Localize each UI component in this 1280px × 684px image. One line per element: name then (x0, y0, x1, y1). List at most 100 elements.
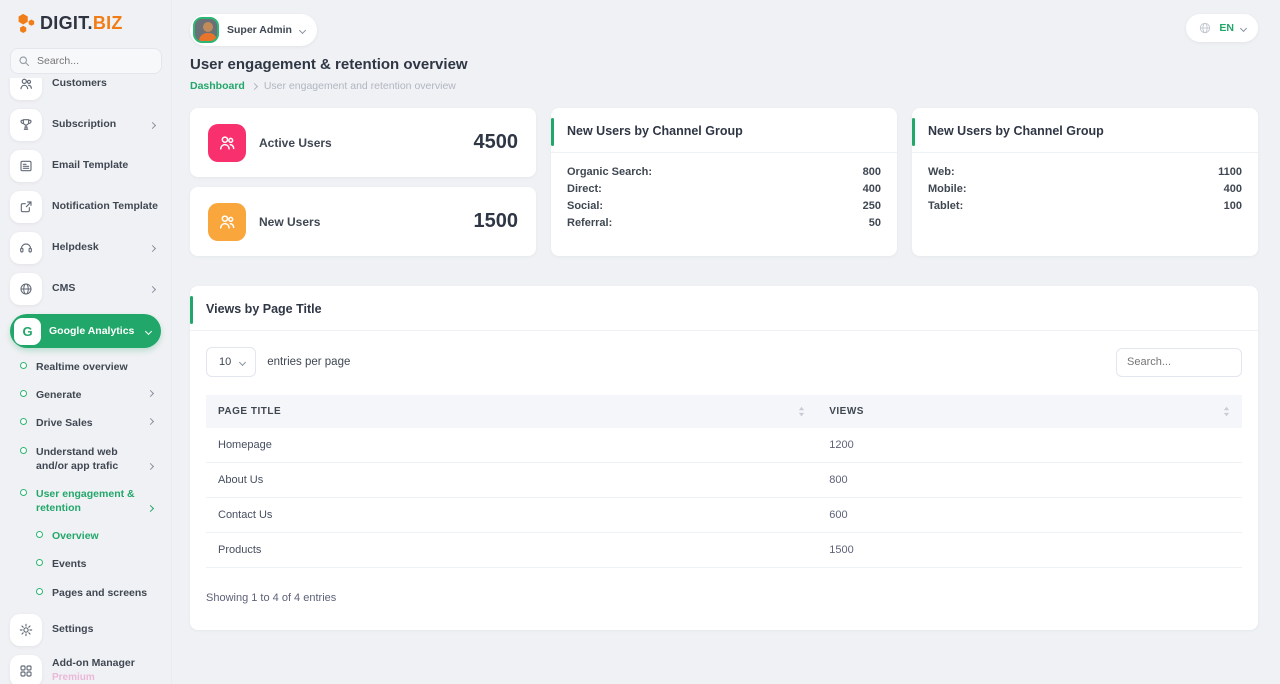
sidebar-subitem-label: Pages and screens (52, 586, 161, 600)
channel-label: Tablet: (928, 200, 963, 212)
user-name: Super Admin (227, 24, 292, 36)
sidebar-item-cms[interactable]: CMS (10, 273, 161, 305)
page-title-cell: Contact Us (206, 498, 817, 533)
channel-label: Mobile: (928, 183, 967, 195)
hexagon-logo-icon (14, 12, 36, 34)
sidebar-item-subscription[interactable]: Subscription (10, 109, 161, 141)
sidebar-item-events[interactable]: Events (36, 557, 161, 571)
sidebar-item-generate[interactable]: Generate (20, 388, 161, 402)
sidebar-search-input[interactable] (10, 48, 162, 74)
sidebar-search (10, 48, 161, 74)
page-title-cell: Homepage (206, 428, 817, 463)
sidebar-item-overview[interactable]: Overview (36, 529, 161, 543)
channel-value: 400 (1224, 183, 1242, 195)
sidebar-subitem-label: Overview (52, 529, 161, 543)
premium-badge: Premium (52, 672, 161, 684)
brand-name: DIGIT.BIZ (40, 13, 123, 34)
page-size-select[interactable]: 10 (206, 347, 256, 377)
breadcrumb-dashboard-link[interactable]: Dashboard (190, 80, 245, 92)
bullet-icon (20, 418, 27, 425)
sidebar-item-label: Add-on Manager Premium (52, 657, 161, 684)
new-users-card: New Users 1500 (190, 187, 536, 256)
sidebar-item-label: Settings (52, 623, 161, 636)
views-cell: 1200 (817, 428, 1242, 463)
channel-value: 800 (863, 166, 881, 178)
channel-label: Referral: (567, 217, 612, 229)
table-row: About Us 800 (206, 463, 1242, 498)
views-by-page-title-card: Views by Page Title 10 entries per page … (190, 286, 1258, 630)
channel-label: Social: (567, 200, 603, 212)
sidebar-item-understand-web-traffic[interactable]: Understand web and/or app trafic (20, 445, 161, 473)
chevron-down-icon (239, 358, 246, 365)
views-table: PAGE TITLE VIEWS (206, 395, 1242, 568)
sidebar-item-user-engagement-retention[interactable]: User engagement & retention (20, 487, 161, 515)
sidebar-item-drive-sales[interactable]: Drive Sales (20, 416, 161, 430)
users-icon (10, 78, 42, 100)
card-title: Views by Page Title (206, 302, 322, 316)
sidebar-item-helpdesk[interactable]: Helpdesk (10, 232, 161, 264)
sidebar-nav: Customers Subscription Email Template (0, 78, 171, 684)
table-search-input[interactable] (1116, 348, 1242, 377)
trophy-icon (10, 109, 42, 141)
sidebar-item-pages-and-screens[interactable]: Pages and screens (36, 586, 161, 600)
google-analytics-icon: G (14, 318, 41, 345)
sidebar-item-addon-manager[interactable]: Add-on Manager Premium (10, 655, 161, 684)
sidebar-item-settings[interactable]: Settings (10, 614, 161, 646)
column-header-page-title[interactable]: PAGE TITLE (206, 395, 817, 428)
channel-value: 1100 (1218, 166, 1242, 178)
language-selector[interactable]: EN (1186, 14, 1258, 42)
table-row: Products 1500 (206, 533, 1242, 568)
globe-icon (1198, 21, 1212, 35)
topbar: Super Admin EN (190, 0, 1258, 46)
chevron-right-icon (149, 244, 156, 251)
active-users-card: Active Users 4500 (190, 108, 536, 177)
channel-rows: Organic Search: 800 Direct: 400 Social: … (551, 153, 897, 247)
card-title: New Users by Channel Group (567, 124, 743, 138)
stat-cards-column: Active Users 4500 New Users 1500 (190, 108, 536, 256)
table-controls: 10 entries per page (190, 331, 1258, 393)
channel-row: Organic Search: 800 (567, 166, 881, 178)
sidebar-subitem-label: Understand web and/or app trafic (36, 445, 139, 473)
page-title-cell: Products (206, 533, 817, 568)
sidebar-item-label: Customers (52, 78, 161, 91)
column-header-views[interactable]: VIEWS (817, 395, 1242, 428)
chevron-down-icon (145, 327, 152, 334)
views-cell: 1500 (817, 533, 1242, 568)
sort-icon[interactable] (1223, 406, 1230, 417)
grid-icon (10, 655, 42, 684)
sidebar-item-email-template[interactable]: Email Template (10, 150, 161, 182)
channel-row: Social: 250 (567, 200, 881, 212)
bullet-icon (20, 489, 27, 496)
search-icon (18, 55, 30, 67)
table-row: Contact Us 600 (206, 498, 1242, 533)
gear-icon (10, 614, 42, 646)
page-size-value: 10 (219, 356, 231, 368)
stat-label: Active Users (259, 136, 461, 150)
chevron-right-icon (147, 463, 154, 470)
sidebar-item-realtime-overview[interactable]: Realtime overview (20, 360, 161, 374)
brand-logo[interactable]: DIGIT.BIZ (0, 0, 171, 42)
channel-label: Direct: (567, 183, 602, 195)
language-code: EN (1219, 22, 1234, 34)
page-title: User engagement & retention overview (190, 56, 1258, 73)
channel-value: 250 (863, 200, 881, 212)
chevron-right-icon (149, 121, 156, 128)
sidebar-item-notification-template[interactable]: Notification Template (10, 191, 161, 223)
channel-row: Web: 1100 (928, 166, 1242, 178)
bullet-icon (36, 559, 43, 566)
bullet-icon (20, 447, 27, 454)
channel-group-card-2: New Users by Channel Group Web: 1100 Mob… (912, 108, 1258, 256)
sidebar-item-customers[interactable]: Customers (10, 78, 161, 100)
channel-row: Tablet: 100 (928, 200, 1242, 212)
avatar (193, 17, 219, 43)
chevron-down-icon (299, 26, 306, 33)
sort-icon[interactable] (798, 406, 805, 417)
sidebar-item-google-analytics[interactable]: G Google Analytics (10, 314, 161, 348)
channel-value: 50 (869, 217, 881, 229)
channel-row: Referral: 50 (567, 217, 881, 229)
channel-label: Web: (928, 166, 955, 178)
user-menu[interactable]: Super Admin (190, 14, 317, 46)
breadcrumb-current: User engagement and retention overview (264, 80, 456, 92)
card-header: New Users by Channel Group (551, 108, 897, 153)
channel-rows: Web: 1100 Mobile: 400 Tablet: 100 (912, 153, 1258, 230)
